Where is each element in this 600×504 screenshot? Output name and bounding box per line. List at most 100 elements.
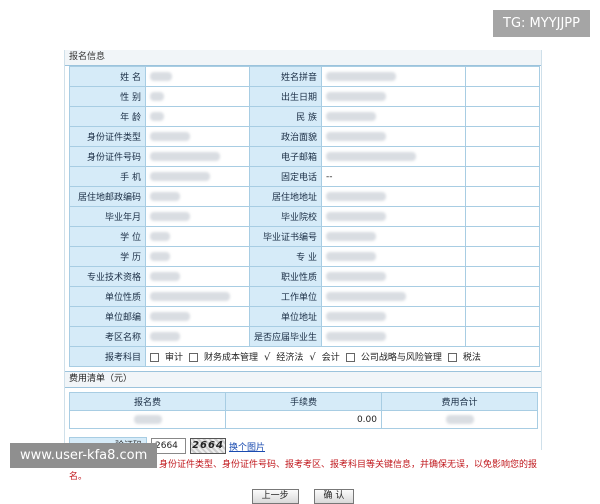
subject-option[interactable]: √ 会计 <box>309 352 339 363</box>
field-label: 政治面貌 <box>248 126 323 147</box>
field-label: 性 别 <box>69 86 146 107</box>
field-value <box>321 226 467 247</box>
button-bar: 上一步 确 认 <box>65 489 541 504</box>
info-row: 居住地邮政编码 居住地地址 <box>69 186 541 207</box>
field-value <box>145 306 250 327</box>
field-label: 身份证件类型 <box>69 126 146 147</box>
redacted-value <box>326 251 377 261</box>
info-row: 手 机 固定电话 -- <box>69 166 541 187</box>
field-label: 工作单位 <box>248 286 323 307</box>
field-label: 电子邮箱 <box>248 146 323 167</box>
field-extra <box>465 66 541 87</box>
field-value <box>321 186 467 207</box>
redacted-value <box>150 191 180 201</box>
field-label: 姓名拼音 <box>248 66 323 87</box>
redacted-value <box>150 331 180 341</box>
checkbox-icon[interactable] <box>150 353 159 362</box>
subject-option[interactable]: 审计 <box>150 353 183 363</box>
field-value <box>321 286 467 307</box>
subjects-row: 报考科目 审计 财务成本管理 √ 经济法 √ 会计 公司战略与风险管理 税法 <box>69 346 541 367</box>
redacted-value <box>150 131 190 141</box>
field-value <box>321 306 467 327</box>
info-row: 身份证件类型 政治面貌 <box>69 126 541 147</box>
field-extra <box>465 106 541 127</box>
fee-table: 报名费 手续费 费用合计 0.00 <box>69 392 538 429</box>
field-label: 学 历 <box>69 246 146 267</box>
field-label: 年 龄 <box>69 106 146 127</box>
fee-value-registration <box>69 410 226 429</box>
prev-step-button[interactable]: 上一步 <box>251 489 299 504</box>
redacted-value <box>150 311 190 321</box>
field-extra <box>465 286 541 307</box>
field-label: 毕业院校 <box>248 206 323 227</box>
subjects-label: 报考科目 <box>69 346 146 367</box>
info-row: 姓 名 姓名拼音 <box>69 66 541 87</box>
subject-option[interactable]: 税法 <box>447 353 481 363</box>
subject-option[interactable]: 财务成本管理 <box>189 353 258 363</box>
field-value <box>321 266 467 287</box>
redacted-value <box>150 231 170 241</box>
field-label: 专业技术资格 <box>69 266 146 287</box>
field-label: 民 族 <box>248 106 323 127</box>
field-label: 出生日期 <box>248 86 323 107</box>
redacted-value <box>150 291 230 301</box>
field-label: 单位地址 <box>248 306 323 327</box>
section-title: 报名信息 <box>65 50 541 66</box>
field-extra <box>465 306 541 327</box>
field-value <box>321 126 467 147</box>
field-label: 固定电话 <box>248 166 323 187</box>
field-extra <box>465 326 541 347</box>
field-value <box>145 326 250 347</box>
checkbox-icon[interactable] <box>447 353 457 362</box>
checkmark-icon[interactable]: √ <box>309 352 315 363</box>
subject-label: 经济法 <box>276 353 304 363</box>
redacted-value <box>326 331 387 341</box>
info-row: 性 别 出生日期 <box>69 86 541 107</box>
subject-option[interactable]: 公司战略与风险管理 <box>345 353 442 363</box>
field-extra <box>465 206 541 227</box>
field-extra <box>465 146 541 167</box>
field-value <box>145 166 250 187</box>
info-table: 姓 名 姓名拼音性 别 出生日期年 龄 民 族身份证件类型 政治面貌身份证件号码 电子邮箱… <box>69 66 541 367</box>
subject-option[interactable]: √ 经济法 <box>264 352 304 363</box>
field-value <box>321 66 467 87</box>
info-row: 学 位 毕业证书编号 <box>69 226 541 247</box>
field-label: 专 业 <box>248 246 323 267</box>
checkbox-icon[interactable] <box>345 353 355 362</box>
field-label: 职业性质 <box>248 266 323 287</box>
redacted-value <box>326 271 387 281</box>
field-value <box>145 126 250 147</box>
captcha-image: 2664 <box>190 438 226 454</box>
fee-header-total: 费用合计 <box>381 392 538 411</box>
field-label: 考区名称 <box>69 326 146 347</box>
field-label: 是否应届毕业生 <box>248 326 323 347</box>
fee-value-handling: 0.00 <box>225 410 382 429</box>
redacted-value <box>326 151 417 161</box>
redacted-value <box>150 211 190 221</box>
field-extra <box>465 86 541 107</box>
confirm-button[interactable]: 确 认 <box>313 489 355 504</box>
fee-header-registration: 报名费 <box>69 392 226 411</box>
field-extra <box>465 246 541 267</box>
redacted-value <box>326 311 387 321</box>
field-label: 学 位 <box>69 226 146 247</box>
field-value <box>145 86 250 107</box>
field-extra <box>465 226 541 247</box>
subject-label: 税法 <box>462 353 481 363</box>
refresh-captcha-link[interactable]: 换个图片 <box>229 440 265 453</box>
field-value <box>321 146 467 167</box>
field-value <box>145 246 250 267</box>
field-value <box>321 326 467 347</box>
redacted-value <box>150 71 172 81</box>
field-label: 毕业年月 <box>69 206 146 227</box>
subject-label: 财务成本管理 <box>204 353 259 363</box>
checkbox-icon[interactable] <box>189 353 199 362</box>
field-label: 身份证件号码 <box>69 146 146 167</box>
field-value <box>321 86 467 107</box>
field-value: -- <box>321 166 467 187</box>
field-value <box>145 286 250 307</box>
checkmark-icon[interactable]: √ <box>264 352 270 363</box>
field-value <box>145 146 250 167</box>
fee-section-title: 费用清单（元） <box>65 371 541 388</box>
redacted-value <box>326 291 407 301</box>
